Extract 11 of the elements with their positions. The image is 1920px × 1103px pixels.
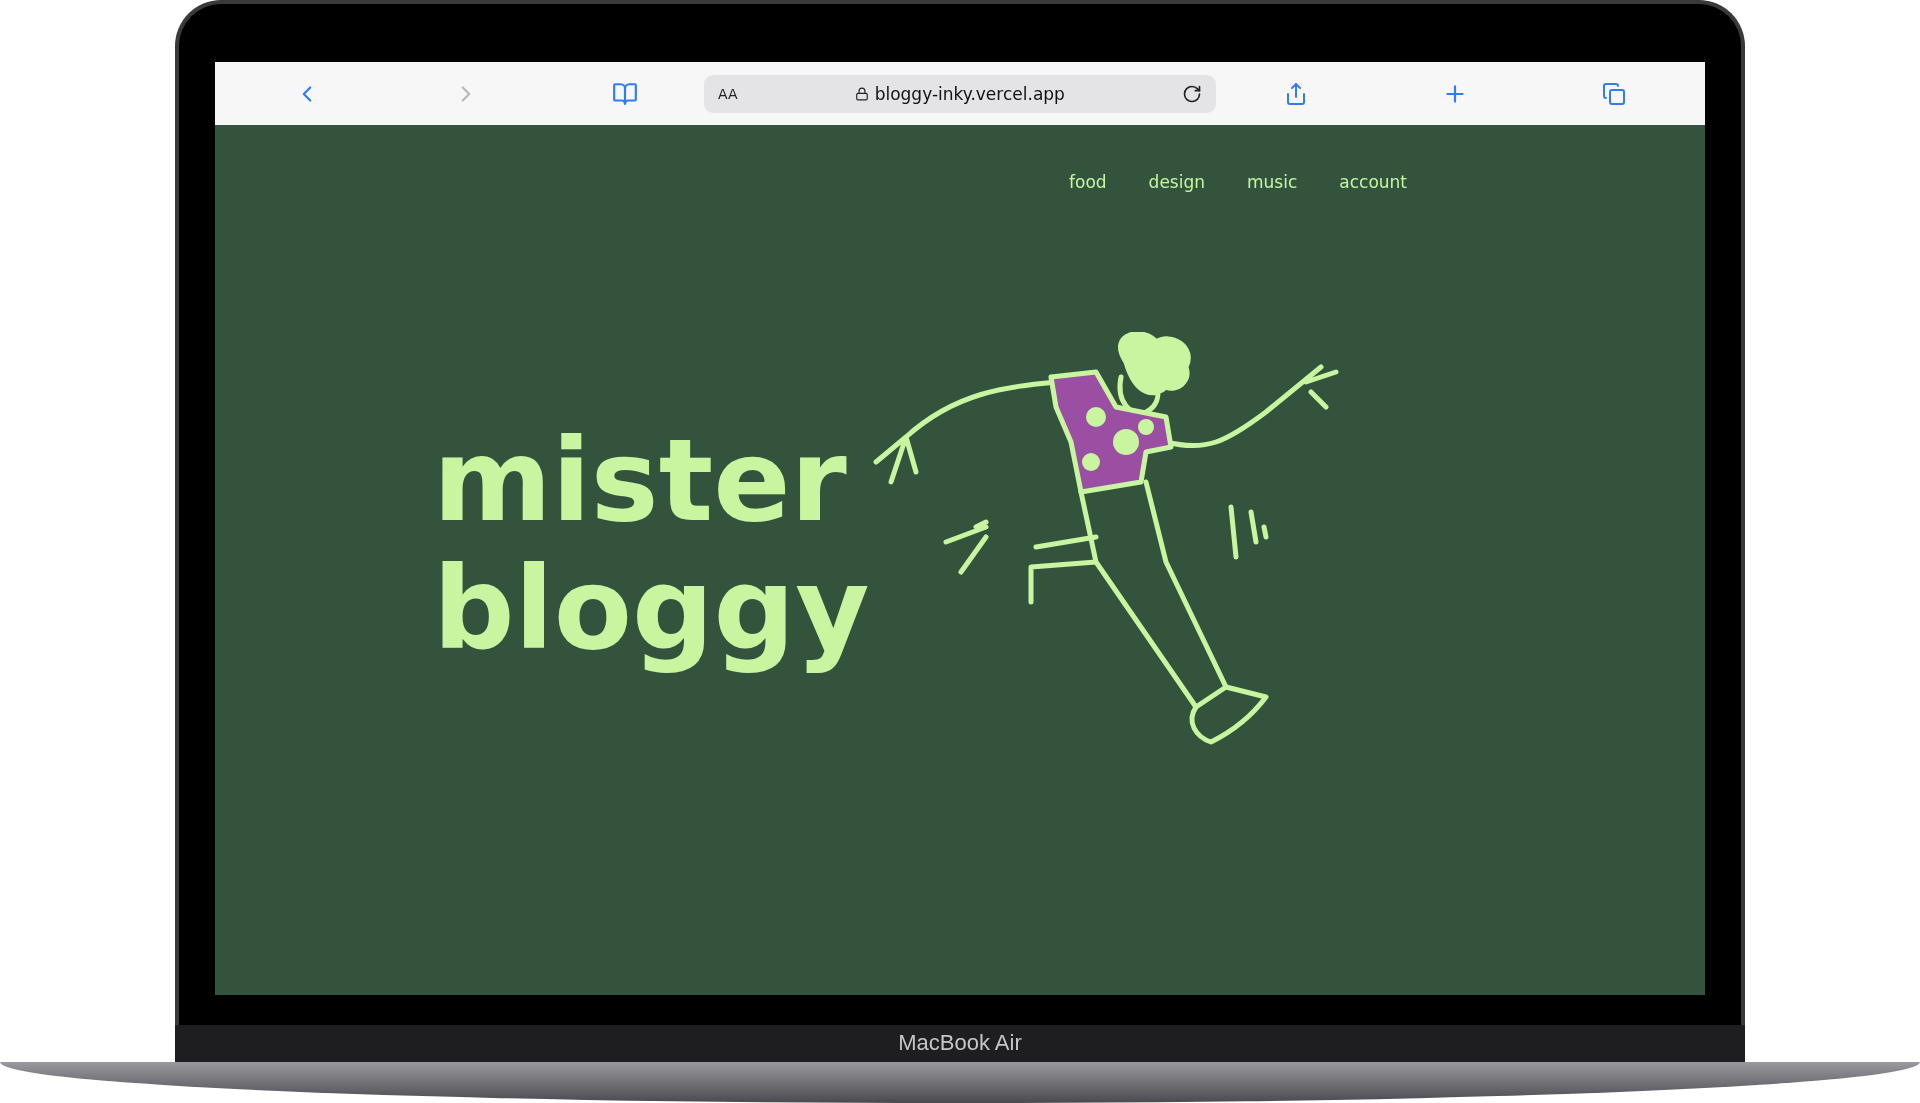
nav-link[interactable]: music [1247,172,1298,192]
nav-link[interactable]: account [1339,172,1407,192]
nav-link[interactable]: design [1148,172,1205,192]
site-title: mister bloggy [433,417,871,673]
lock-icon [854,86,869,101]
url-text: bloggy-inky.vercel.app [874,83,1065,104]
address-field[interactable]: AA bloggy-inky.vercel.app [704,74,1216,113]
device-label: MacBook Air [898,1030,1022,1057]
reload-icon[interactable] [1182,83,1202,104]
nav-link[interactable]: food [1069,172,1107,192]
reader-button[interactable]: AA [718,85,738,102]
